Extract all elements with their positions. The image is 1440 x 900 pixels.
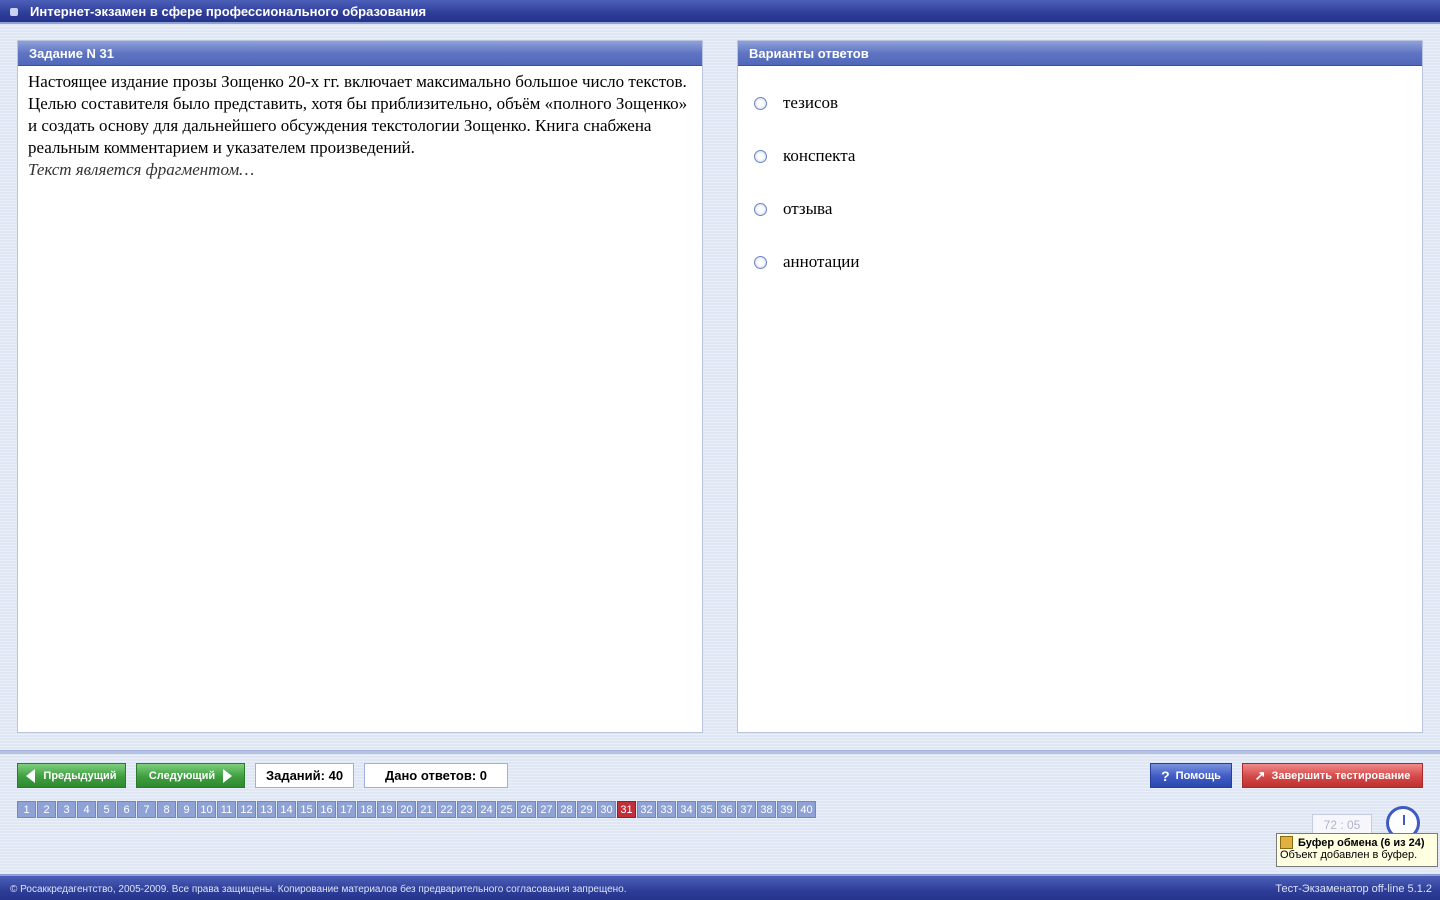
answer-option-label: аннотации (783, 252, 860, 271)
radio-button-icon[interactable] (754, 255, 767, 269)
page-button-35[interactable]: 35 (697, 801, 716, 818)
page-button-25[interactable]: 25 (497, 801, 516, 818)
answer-option-3[interactable]: отзыва (754, 199, 832, 219)
arrow-right-icon (223, 768, 233, 783)
page-button-6[interactable]: 6 (117, 801, 136, 818)
task-pagination: 1 2 3 4 5 6 7 8 9 10 11 12 13 14 15 16 17 18 19 20 21 22 23 24 2… (17, 801, 817, 818)
question-text: Настоящее издание прозы Зощенко 20-х гг.… (28, 72, 688, 157)
page-button-15[interactable]: 15 (297, 801, 316, 818)
page-button-10[interactable]: 10 (197, 801, 216, 818)
copyright-text: © Росаккредагентство, 2005-2009. Все пра… (10, 884, 627, 895)
help-button-label: Помощь (1175, 769, 1221, 782)
previous-button[interactable]: Предыдущий (17, 763, 126, 788)
page-button-14[interactable]: 14 (277, 801, 296, 818)
answers-header: Варианты ответов (738, 41, 1422, 66)
question-text-block: Настоящее издание прозы Зощенко 20-х гг.… (18, 66, 702, 181)
window-titlebar: Интернет-экзамен в сфере профессионально… (0, 0, 1440, 24)
help-icon: ? (1161, 767, 1170, 784)
page-button-4[interactable]: 4 (77, 801, 96, 818)
page-button-30[interactable]: 30 (597, 801, 616, 818)
page-button-9[interactable]: 9 (177, 801, 196, 818)
page-button-28[interactable]: 28 (557, 801, 576, 818)
arrow-left-icon (26, 768, 36, 783)
page-button-12[interactable]: 12 (237, 801, 256, 818)
answer-option-label: конспекта (783, 146, 856, 165)
page-button-26[interactable]: 26 (517, 801, 536, 818)
page-button-13[interactable]: 13 (257, 801, 276, 818)
page-button-39[interactable]: 39 (777, 801, 796, 818)
page-button-23[interactable]: 23 (457, 801, 476, 818)
page-button-22[interactable]: 22 (437, 801, 456, 818)
page-button-18[interactable]: 18 (357, 801, 376, 818)
page-button-20[interactable]: 20 (397, 801, 416, 818)
page-button-16[interactable]: 16 (317, 801, 336, 818)
finish-test-button-label: Завершить тестирование (1271, 769, 1411, 782)
question-panel: Задание N 31 Настоящее издание прозы Зощ… (17, 40, 703, 733)
page-button-34[interactable]: 34 (677, 801, 696, 818)
page-button-5[interactable]: 5 (97, 801, 116, 818)
radio-button-icon[interactable] (754, 149, 767, 163)
window-title: Интернет-экзамен в сфере профессионально… (30, 4, 427, 19)
help-button[interactable]: ? Помощь (1150, 763, 1232, 788)
answer-option-2[interactable]: конспекта (754, 146, 855, 166)
page-button-21[interactable]: 21 (417, 801, 436, 818)
page-button-17[interactable]: 17 (337, 801, 356, 818)
page-button-1[interactable]: 1 (17, 801, 36, 818)
page-button-24[interactable]: 24 (477, 801, 496, 818)
app-icon (10, 8, 18, 16)
answer-option-label: отзыва (783, 199, 833, 218)
page-button-29[interactable]: 29 (577, 801, 596, 818)
clipboard-icon (1280, 836, 1293, 849)
page-button-3[interactable]: 3 (57, 801, 76, 818)
answers-given-count: Дано ответов: 0 (364, 763, 508, 788)
page-button-36[interactable]: 36 (717, 801, 736, 818)
clipboard-title: Буфер обмена (6 из 24) (1298, 836, 1425, 849)
tasks-count: Заданий: 40 (255, 763, 354, 788)
page-button-27[interactable]: 27 (537, 801, 556, 818)
page-button-40[interactable]: 40 (797, 801, 816, 818)
bottom-separator (0, 750, 1440, 754)
page-button-38[interactable]: 38 (757, 801, 776, 818)
next-button[interactable]: Следующий (136, 763, 245, 788)
running-man-icon: ↗ (1254, 767, 1266, 783)
answers-panel: Варианты ответов тезисов конспекта отзыв… (737, 40, 1423, 733)
page-button-33[interactable]: 33 (657, 801, 676, 818)
answer-option-4[interactable]: аннотации (754, 252, 860, 272)
clipboard-message: Объект добавлен в буфер. (1280, 849, 1418, 861)
clipboard-notification[interactable]: Буфер обмена (6 из 24) Объект добавлен в… (1276, 833, 1438, 867)
previous-button-label: Предыдущий (43, 769, 117, 782)
version-text: Тест-Экзаменатор off-line 5.1.2 (1275, 883, 1432, 895)
page-button-32[interactable]: 32 (637, 801, 656, 818)
page-button-7[interactable]: 7 (137, 801, 156, 818)
page-button-31[interactable]: 31 (617, 801, 636, 818)
question-header: Задание N 31 (18, 41, 702, 66)
question-note: Текст является фрагментом… (28, 160, 255, 179)
page-button-37[interactable]: 37 (737, 801, 756, 818)
radio-button-icon[interactable] (754, 202, 767, 216)
page-button-2[interactable]: 2 (37, 801, 56, 818)
page-button-11[interactable]: 11 (217, 801, 236, 818)
clipboard-title-row: Буфер обмена (6 из 24) (1280, 836, 1434, 849)
page-button-8[interactable]: 8 (157, 801, 176, 818)
radio-button-icon[interactable] (754, 96, 767, 110)
footer-bar: © Росаккредагентство, 2005-2009. Все пра… (0, 874, 1440, 900)
next-button-label: Следующий (148, 769, 216, 782)
page-button-19[interactable]: 19 (377, 801, 396, 818)
answer-option-label: тезисов (783, 93, 839, 112)
answer-option-1[interactable]: тезисов (754, 93, 838, 113)
finish-test-button[interactable]: ↗ Завершить тестирование (1242, 763, 1423, 788)
